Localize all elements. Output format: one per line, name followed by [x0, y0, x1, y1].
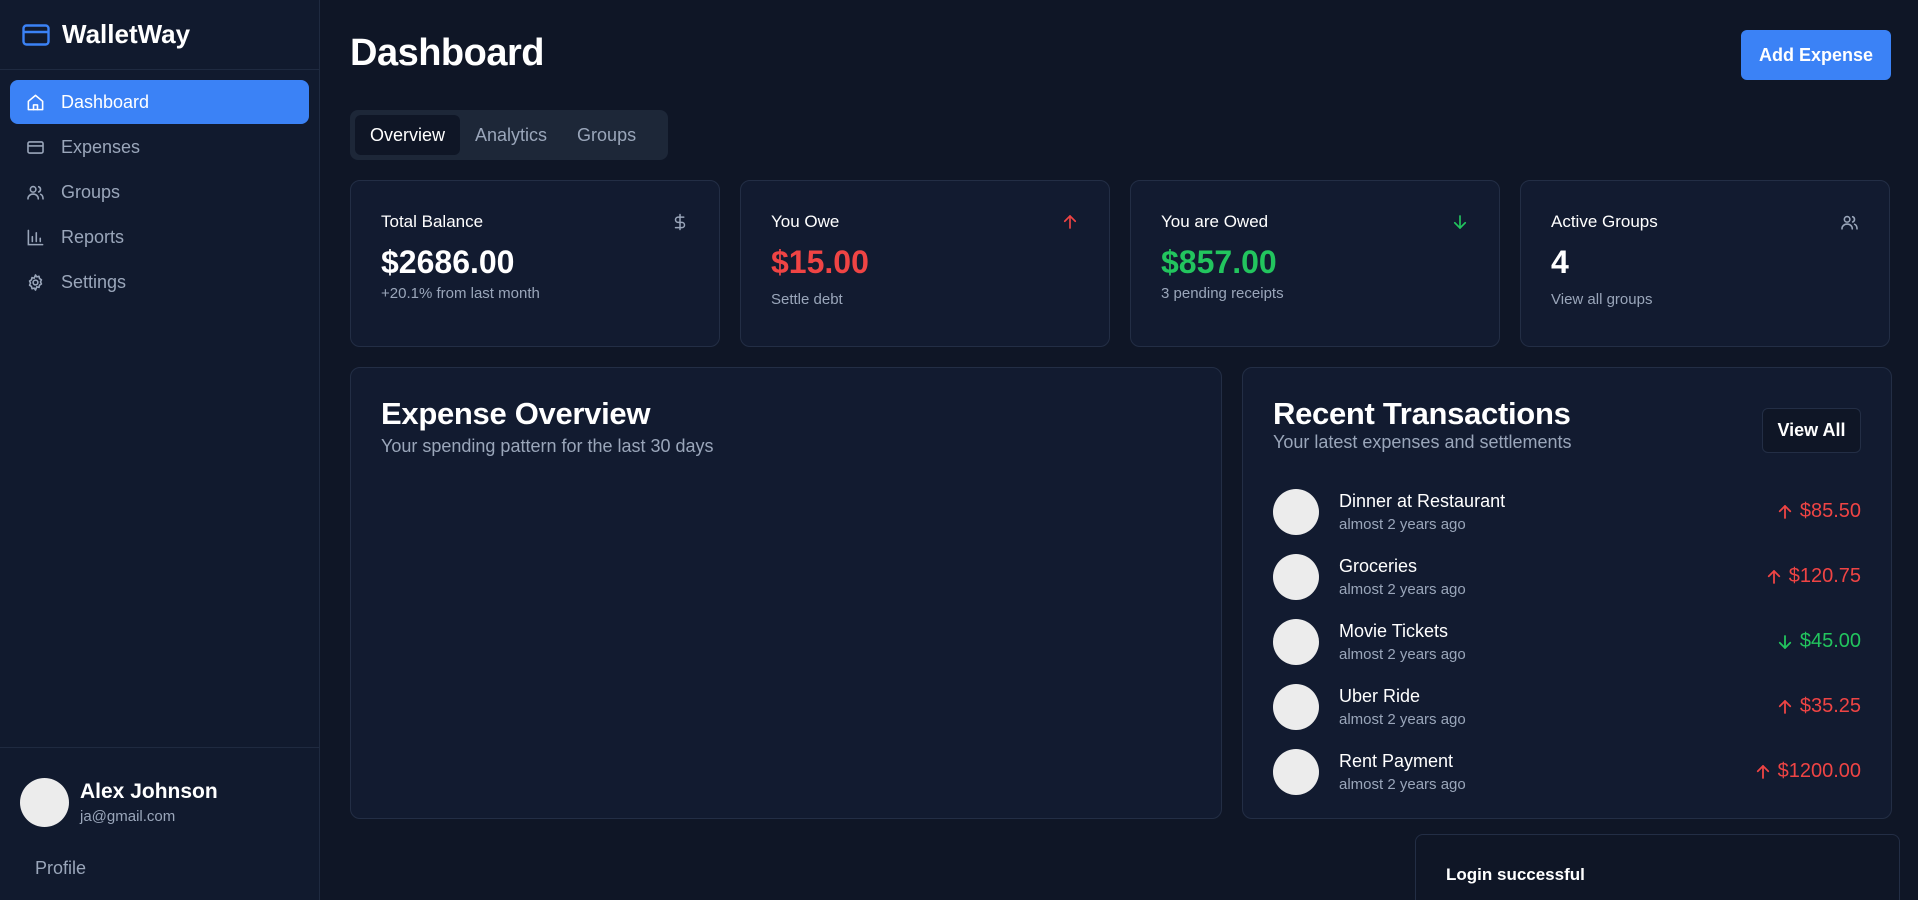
transaction-amount: $45.00: [1776, 630, 1861, 653]
stat-label: Active Groups: [1551, 212, 1658, 231]
sidebar-item-reports[interactable]: Reports: [10, 215, 309, 259]
home-icon: [26, 93, 45, 112]
toast-notification[interactable]: Login successful: [1415, 834, 1900, 900]
credit-card-icon: [26, 138, 45, 157]
expense-overview-subtitle: Your spending pattern for the last 30 da…: [381, 436, 714, 456]
app-root: WalletWay Dashboard Expenses Groups Repo…: [0, 0, 1918, 900]
sidebar-item-label: Reports: [61, 226, 125, 247]
view-all-groups-link[interactable]: View all groups: [1551, 291, 1859, 308]
tab-list: Overview Analytics Groups: [350, 110, 668, 160]
stat-value: 4: [1551, 244, 1569, 280]
arrow-down-icon: [1776, 633, 1794, 651]
expense-overview-title: Expense Overview: [381, 396, 651, 431]
sidebar: WalletWay Dashboard Expenses Groups Repo…: [0, 0, 320, 900]
transaction-time: almost 2 years ago: [1339, 775, 1466, 793]
transaction-time: almost 2 years ago: [1339, 710, 1466, 728]
stat-sub: +20.1% from last month: [381, 285, 540, 302]
transaction-amount-value: $35.25: [1799, 695, 1861, 717]
stat-label: You Owe: [771, 212, 840, 231]
view-all-button[interactable]: View All: [1762, 408, 1861, 453]
transaction-time: almost 2 years ago: [1339, 580, 1466, 598]
users-icon: [26, 183, 45, 202]
sidebar-nav: Dashboard Expenses Groups Reports Settin…: [0, 70, 319, 315]
recent-transactions-panel: Recent Transactions Your latest expenses…: [1242, 367, 1892, 819]
transaction-name: Groceries: [1339, 555, 1418, 576]
stat-value: $15.00: [771, 244, 869, 280]
transaction-amount-value: $45.00: [1799, 630, 1861, 652]
avatar: [1273, 618, 1319, 665]
tab-groups[interactable]: Groups: [562, 115, 651, 155]
stat-cards: Total Balance $2686.00 +20.1% from last …: [350, 180, 1890, 347]
arrow-up-icon: [1776, 503, 1794, 521]
arrow-up-icon: [1754, 763, 1772, 781]
sidebar-item-groups[interactable]: Groups: [10, 170, 309, 214]
brand[interactable]: WalletWay: [0, 0, 319, 70]
transaction-amount: $120.75: [1765, 565, 1861, 588]
transaction-time: almost 2 years ago: [1339, 645, 1466, 663]
sidebar-item-label: Settings: [61, 271, 127, 292]
sidebar-item-label: Groups: [61, 181, 121, 202]
stat-card-you-owe: You Owe $15.00 Settle debt: [740, 180, 1110, 347]
stat-label: Total Balance: [381, 212, 484, 231]
transaction-name: Rent Payment: [1339, 750, 1454, 771]
transaction-row[interactable]: Dinner at Restaurant almost 2 years ago …: [1273, 479, 1861, 544]
avatar: [1273, 748, 1319, 795]
transaction-row[interactable]: Rent Payment almost 2 years ago $1200.00: [1273, 739, 1861, 804]
transaction-row[interactable]: Groceries almost 2 years ago $120.75: [1273, 544, 1861, 609]
user-email: ja@gmail.com: [80, 808, 176, 825]
arrow-up-icon: [1061, 213, 1079, 231]
transaction-row[interactable]: Uber Ride almost 2 years ago $35.25: [1273, 674, 1861, 739]
transaction-time: almost 2 years ago: [1339, 515, 1466, 533]
tab-analytics[interactable]: Analytics: [460, 115, 562, 155]
stat-value: $857.00: [1161, 244, 1277, 280]
transaction-name: Movie Tickets: [1339, 620, 1449, 641]
profile-link[interactable]: Profile: [35, 858, 299, 879]
add-expense-button[interactable]: Add Expense: [1741, 30, 1891, 80]
arrow-up-icon: [1765, 568, 1783, 586]
transaction-amount-value: $1200.00: [1777, 760, 1861, 782]
arrow-down-icon: [1451, 213, 1469, 231]
user-name: Alex Johnson: [80, 780, 218, 803]
stat-value: $2686.00: [381, 244, 515, 280]
transaction-amount: $1200.00: [1754, 760, 1861, 783]
user-profile[interactable]: Alex Johnson ja@gmail.com: [20, 778, 299, 827]
expense-overview-panel: Expense Overview Your spending pattern f…: [350, 367, 1222, 819]
stat-sub: 3 pending receipts: [1161, 285, 1284, 302]
credit-card-icon: [22, 23, 50, 46]
avatar: [20, 778, 69, 827]
sidebar-item-label: Expenses: [61, 136, 141, 157]
users-icon: [1840, 213, 1859, 232]
transaction-name: Uber Ride: [1339, 685, 1421, 706]
sidebar-item-settings[interactable]: Settings: [10, 260, 309, 304]
bar-chart-icon: [26, 228, 45, 247]
sidebar-item-label: Dashboard: [61, 91, 150, 112]
avatar: [1273, 553, 1319, 600]
stat-label: You are Owed: [1161, 212, 1269, 231]
page-title: Dashboard: [350, 32, 544, 74]
transaction-amount-value: $120.75: [1788, 565, 1861, 587]
stat-card-active-groups: Active Groups 4 View all groups: [1520, 180, 1890, 347]
transaction-amount: $85.50: [1776, 500, 1861, 523]
stat-card-total-balance: Total Balance $2686.00 +20.1% from last …: [350, 180, 720, 347]
sidebar-item-expenses[interactable]: Expenses: [10, 125, 309, 169]
settle-debt-link[interactable]: Settle debt: [771, 291, 1079, 308]
avatar: [1273, 488, 1319, 535]
dollar-icon: [671, 212, 689, 232]
sidebar-footer: Alex Johnson ja@gmail.com Profile: [0, 747, 319, 900]
avatar: [1273, 683, 1319, 730]
transaction-amount-value: $85.50: [1799, 500, 1861, 522]
toast-message: Login successful: [1446, 865, 1585, 884]
brand-name: WalletWay: [62, 19, 191, 49]
transaction-row[interactable]: Movie Tickets almost 2 years ago $45.00: [1273, 609, 1861, 674]
gear-icon: [26, 273, 45, 292]
tab-overview[interactable]: Overview: [355, 115, 461, 155]
transaction-list: Dinner at Restaurant almost 2 years ago …: [1273, 479, 1861, 804]
main-content: Dashboard Add Expense Overview Analytics…: [320, 0, 1918, 900]
transaction-name: Dinner at Restaurant: [1339, 490, 1506, 511]
sidebar-item-dashboard[interactable]: Dashboard: [10, 80, 309, 124]
arrow-up-icon: [1776, 698, 1794, 716]
transaction-amount: $35.25: [1776, 695, 1861, 718]
stat-card-you-are-owed: You are Owed $857.00 3 pending receipts: [1130, 180, 1500, 347]
